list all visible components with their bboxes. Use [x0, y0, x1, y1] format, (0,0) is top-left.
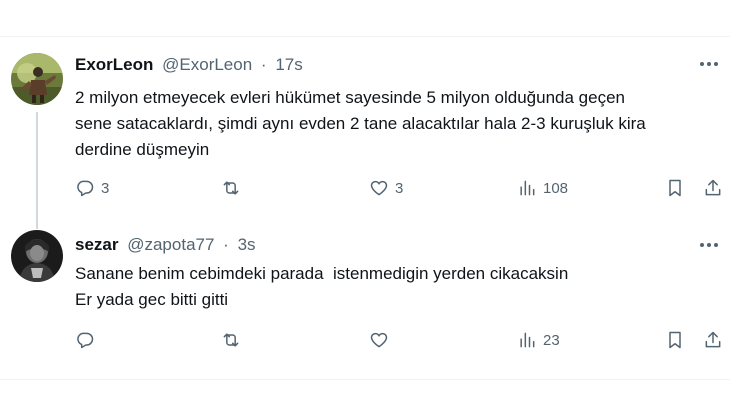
user-handle[interactable]: @zapota77	[127, 235, 214, 254]
tweet-text: Sanane benim cebimdeki parada istenmedig…	[75, 261, 720, 313]
share-button[interactable]	[703, 176, 723, 200]
tweet[interactable]: ExorLeon @ExorLeon · 17s 2 milyon etmeye…	[0, 37, 730, 229]
more-icon[interactable]	[696, 56, 722, 72]
reply-icon	[77, 332, 94, 349]
heart-icon	[370, 332, 388, 348]
action-bar: 23	[75, 328, 725, 352]
reply-count: 3	[101, 179, 110, 197]
view-count: 23	[543, 331, 560, 349]
bottom-divider	[0, 379, 730, 380]
like-button[interactable]: 3	[369, 176, 403, 200]
views-icon	[520, 180, 535, 196]
share-icon	[705, 179, 721, 196]
timestamp[interactable]: 3s	[238, 235, 256, 254]
reply-button[interactable]	[75, 328, 101, 352]
tweet-text-line: Er yada gec bitti gitti	[75, 290, 229, 309]
display-name[interactable]: sezar	[75, 235, 118, 254]
tweet-text-line: Sanane benim cebimdeki parada istenmedig…	[75, 264, 569, 283]
retweet-icon	[223, 181, 239, 195]
reply-icon	[77, 180, 94, 197]
share-icon	[705, 331, 721, 348]
tweet[interactable]: sezar @zapota77 · 3s Sanane benim cebimd…	[0, 227, 730, 377]
views-icon	[520, 332, 535, 348]
views-button[interactable]: 23	[517, 328, 560, 352]
heart-icon	[370, 180, 388, 196]
tweet-text-line: 2 milyon etmeyecek evleri hükümet sayesi…	[75, 88, 625, 107]
like-count: 3	[395, 179, 404, 197]
timestamp[interactable]: 17s	[275, 55, 302, 74]
user-handle[interactable]: @ExorLeon	[162, 55, 252, 74]
like-button[interactable]	[369, 328, 395, 352]
reply-button[interactable]: 3	[75, 176, 109, 200]
tweet-text-line: sene satacaklardı, şimdi aynı evden 2 ta…	[75, 114, 646, 133]
tweet-header: sezar @zapota77 · 3s	[75, 234, 256, 256]
thread-line	[36, 112, 38, 229]
retweet-button[interactable]	[221, 328, 247, 352]
bookmark-icon	[669, 179, 681, 197]
avatar[interactable]	[11, 230, 63, 282]
separator-dot: ·	[223, 235, 229, 254]
tweet-text-line: derdine düşmeyin	[75, 140, 210, 159]
view-count: 108	[543, 179, 569, 197]
retweet-icon	[223, 333, 239, 347]
bookmark-button[interactable]	[665, 176, 685, 200]
more-icon[interactable]	[696, 237, 722, 253]
display-name[interactable]: ExorLeon	[75, 55, 153, 74]
action-bar: 3 3 108	[75, 176, 725, 200]
views-button[interactable]: 108	[517, 176, 568, 200]
avatar[interactable]	[11, 53, 63, 105]
tweet-header: ExorLeon @ExorLeon · 17s	[75, 54, 303, 76]
retweet-button[interactable]	[221, 176, 247, 200]
separator-dot: ·	[260, 55, 267, 74]
bookmark-icon	[669, 331, 681, 349]
share-button[interactable]	[703, 328, 723, 352]
tweet-text: 2 milyon etmeyecek evleri hükümet sayesi…	[75, 85, 720, 163]
bookmark-button[interactable]	[665, 328, 685, 352]
